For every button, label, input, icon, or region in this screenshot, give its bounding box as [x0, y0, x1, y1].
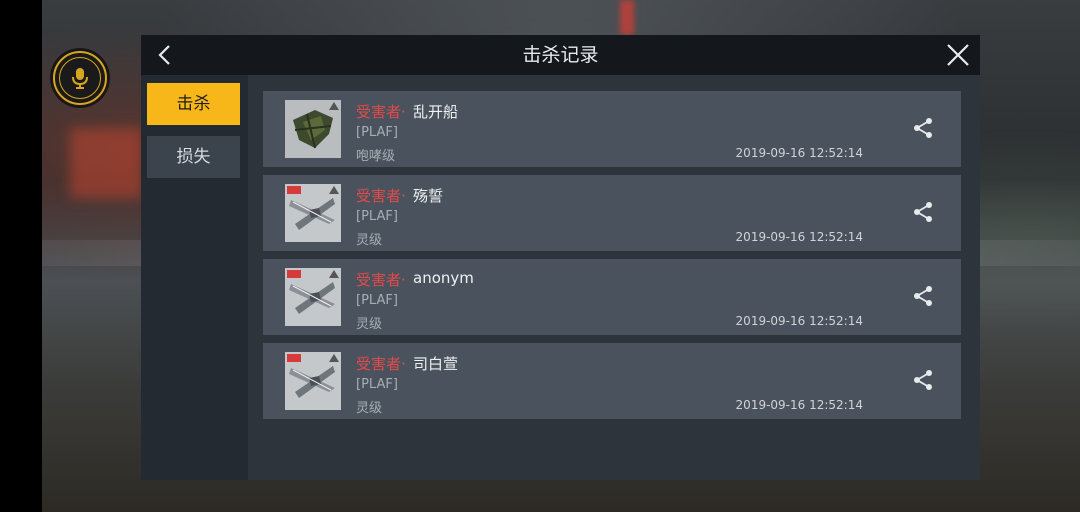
kill-record-row[interactable]: 受害者· 殇誓 [PLAF] 灵级 2019-09-16 12:52:14 [263, 175, 961, 251]
background-red-sign [70, 128, 142, 198]
ship-class: 灵级 [356, 233, 383, 248]
victim-name: 殇誓 [413, 187, 444, 205]
tab-losses[interactable]: 损失 [147, 136, 240, 178]
share-icon[interactable] [911, 200, 935, 224]
ship-thumbnail [285, 268, 341, 326]
kill-timestamp: 2019-09-16 12:52:14 [735, 230, 863, 244]
share-icon[interactable] [911, 284, 935, 308]
panel-header: 击杀记录 [141, 35, 980, 75]
page-title: 击杀记录 [522, 44, 599, 66]
ship-rank-tag [287, 186, 301, 194]
share-icon[interactable] [911, 116, 935, 140]
corporation-tag: [PLAF] [356, 125, 398, 140]
ship-tier-marker [329, 354, 339, 362]
victim-label: 受害者· [356, 103, 406, 121]
ship-thumbnail [285, 100, 341, 158]
kill-timestamp: 2019-09-16 12:52:14 [735, 314, 863, 328]
ship-rank-tag [287, 354, 301, 362]
kill-record-list: 受害者· 乱开船 [PLAF] 咆哮级 2019-09-16 12:52:14 [263, 91, 961, 427]
ship-tier-marker [329, 102, 339, 110]
victim-label: 受害者· [356, 271, 406, 289]
kill-timestamp: 2019-09-16 12:52:14 [735, 398, 863, 412]
ship-thumbnail [285, 184, 341, 242]
victim-name: anonym [413, 269, 474, 287]
kill-record-row[interactable]: 受害者· anonym [PLAF] 灵级 2019-09-16 12:52:1… [263, 259, 961, 335]
tab-kills[interactable]: 击杀 [147, 83, 240, 125]
kill-record-row[interactable]: 受害者· 乱开船 [PLAF] 咆哮级 2019-09-16 12:52:14 [263, 91, 961, 167]
ship-tier-marker [329, 186, 339, 194]
kill-record-row[interactable]: 受害者· 司白萱 [PLAF] 灵级 2019-09-16 12:52:14 [263, 343, 961, 419]
victim-name: 司白萱 [413, 355, 459, 373]
kill-timestamp: 2019-09-16 12:52:14 [735, 146, 863, 160]
victim-label: 受害者· [356, 187, 406, 205]
kill-record-panel: 击杀记录 击杀 损失 受害者· 乱开船 [PLAF] 咆哮级 2019-09-1… [141, 35, 980, 480]
share-icon[interactable] [911, 368, 935, 392]
corporation-tag: [PLAF] [356, 209, 398, 224]
ship-rank-tag [287, 270, 301, 278]
ship-class: 咆哮级 [356, 149, 396, 164]
close-icon [947, 44, 969, 66]
ship-class: 灵级 [356, 317, 383, 332]
corporation-tag: [PLAF] [356, 293, 398, 308]
close-button[interactable] [944, 41, 972, 69]
voice-chat-button[interactable] [53, 51, 107, 105]
ship-thumbnail [285, 352, 341, 410]
microphone-icon [59, 57, 101, 99]
corporation-tag: [PLAF] [356, 377, 398, 392]
ship-tier-marker [329, 270, 339, 278]
victim-label: 受害者· [356, 355, 406, 373]
record-type-sidebar: 击杀 损失 [141, 75, 248, 480]
victim-name: 乱开船 [413, 103, 459, 121]
background-red-beam [620, 0, 634, 35]
ship-class: 灵级 [356, 401, 383, 416]
